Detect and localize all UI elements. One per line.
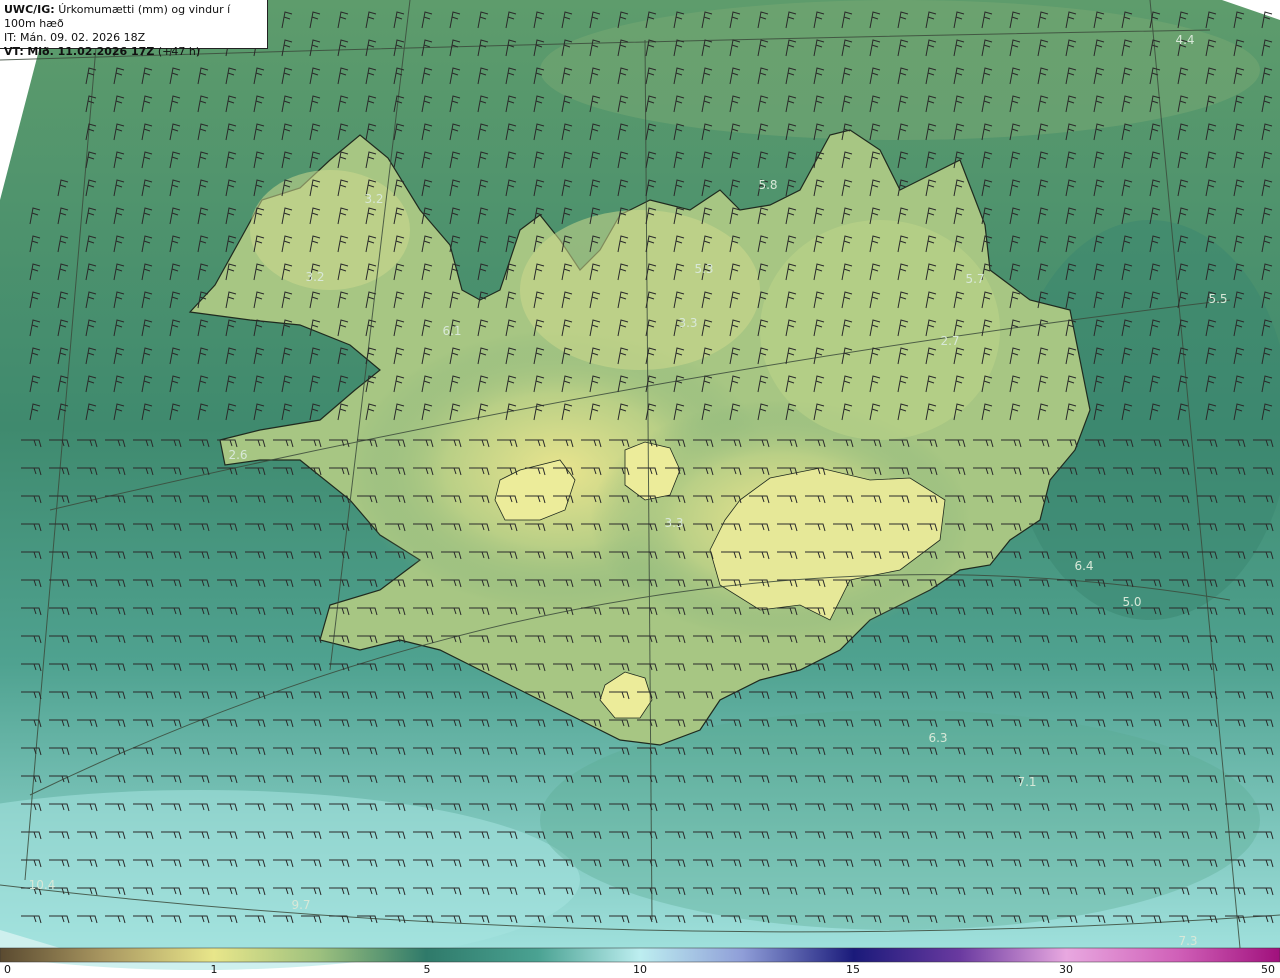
value-label: 9.7 (291, 898, 310, 912)
colorbar-tick: 0 (4, 963, 11, 976)
valid-time: Mið. 11.02.2026 17Z (27, 45, 155, 58)
colorbar-tick: 5 (423, 963, 431, 976)
value-label: 7.3 (1178, 934, 1197, 948)
value-label: 4.4 (1175, 33, 1194, 47)
colorbar-tick: 1 (210, 963, 218, 976)
value-label: 5.8 (758, 178, 777, 192)
value-label: 5.3 (694, 262, 713, 276)
value-label: 2.7 (940, 334, 959, 348)
value-label: 6.1 (442, 324, 461, 338)
colorbar-tick: 15 (846, 963, 860, 976)
value-label: 5.0 (1122, 595, 1141, 609)
colorbar (0, 947, 1280, 963)
map-title-box: UWC/IG: Úrkomumætti (mm) og vindur í 100… (0, 0, 268, 58)
model-code: UWC/IG: (4, 3, 55, 16)
value-label: 5.7 (965, 272, 984, 286)
value-label: 2.6 (228, 448, 247, 462)
value-label: 5.5 (1208, 292, 1227, 306)
value-label: 3.3 (678, 316, 697, 330)
value-label: 7.1 (1017, 775, 1036, 789)
forecast-map: 4.4 5.8 3.2 3.2 5.3 5.7 5.5 6.1 3.3 2.7 … (0, 0, 1280, 970)
colorbar-tick: 10 (633, 963, 647, 976)
lead-time: (+47 h) (157, 45, 201, 58)
init-time: IT: Mán. 09. 02. 2026 18Z (4, 31, 146, 44)
value-label: 6.3 (928, 731, 947, 745)
valid-prefix: VT: (4, 45, 24, 58)
value-label: 3.3 (664, 516, 683, 530)
title-line: UWC/IG: Úrkomumætti (mm) og vindur í 100… (4, 3, 263, 31)
colorbar-tick: 50 (1261, 963, 1275, 976)
value-label: 6.4 (1074, 559, 1093, 573)
value-label: 10.4 (29, 878, 56, 892)
value-label: 3.2 (305, 270, 324, 284)
colorbar-tick: 30 (1059, 963, 1073, 976)
colorbar-labels: 0 1 5 10 15 30 50 (0, 963, 1280, 978)
value-label: 3.2 (364, 192, 383, 206)
valid-line: VT: Mið. 11.02.2026 17Z (+47 h) (4, 45, 263, 59)
